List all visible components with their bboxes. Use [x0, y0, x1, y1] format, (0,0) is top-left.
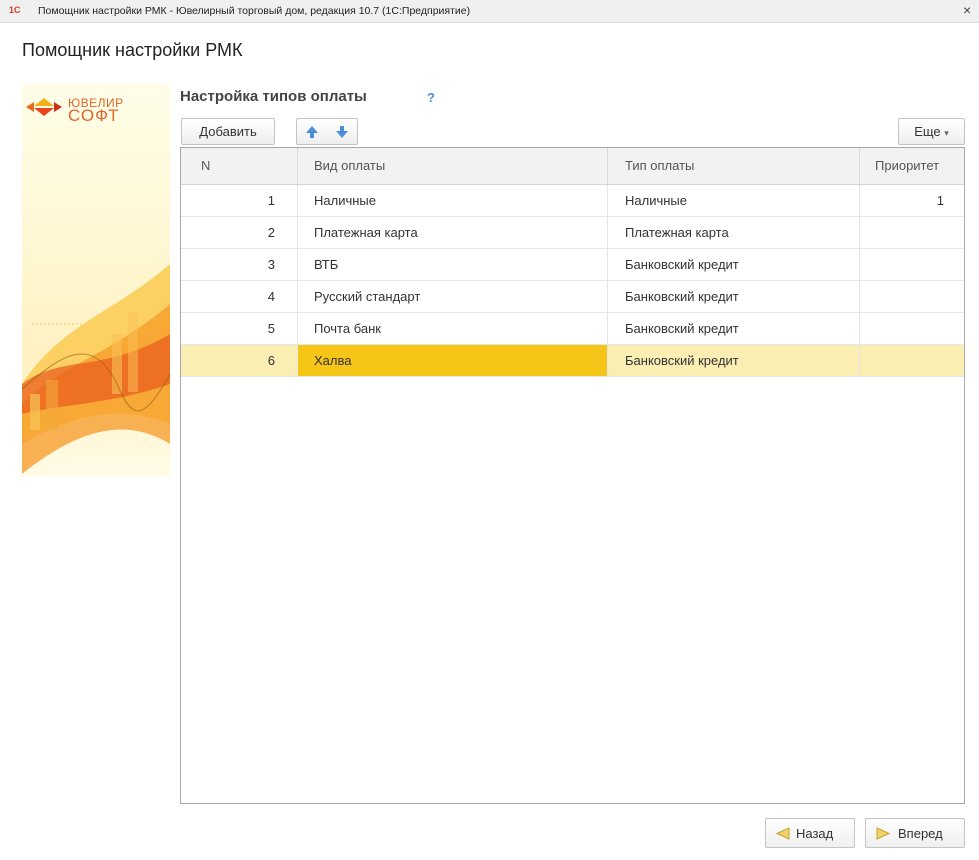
- cell-vid: Почта банк: [298, 313, 608, 344]
- logo-mark-icon: [26, 98, 62, 116]
- cell-tip: Банковский кредит: [608, 345, 860, 376]
- cell-n: 6: [181, 345, 298, 376]
- triangle-left-icon: [775, 827, 790, 843]
- column-header-tip[interactable]: Тип оплаты: [608, 148, 860, 184]
- cell-vid: Наличные: [298, 185, 608, 216]
- next-button[interactable]: Вперед: [865, 818, 965, 848]
- cell-vid: Русский стандарт: [298, 281, 608, 312]
- cell-tip: Наличные: [608, 185, 860, 216]
- table-header: N Вид оплаты Тип оплаты Приоритет: [181, 148, 964, 185]
- arrow-down-icon[interactable]: [335, 125, 349, 139]
- cell-priority: [860, 345, 964, 376]
- payment-types-table[interactable]: N Вид оплаты Тип оплаты Приоритет 1 Нали…: [180, 147, 965, 804]
- cell-priority: [860, 281, 964, 312]
- cell-vid: Платежная карта: [298, 217, 608, 248]
- chevron-down-icon: ▾: [944, 128, 949, 138]
- help-icon[interactable]: ?: [427, 90, 435, 105]
- more-button[interactable]: Еще ▾: [898, 118, 965, 145]
- cell-n: 3: [181, 249, 298, 280]
- table-row[interactable]: 1 Наличные Наличные 1: [181, 185, 964, 217]
- table-row-selected[interactable]: 6 Халва Банковский кредит: [181, 345, 964, 377]
- column-header-priority[interactable]: Приоритет: [860, 148, 964, 184]
- cell-n: 5: [181, 313, 298, 344]
- arrow-up-icon[interactable]: [305, 125, 319, 139]
- cell-vid: ВТБ: [298, 249, 608, 280]
- cell-n: 4: [181, 281, 298, 312]
- window-titlebar: 1С Помощник настройки РМК - Ювелирный то…: [0, 0, 979, 23]
- column-header-vid[interactable]: Вид оплаты: [298, 148, 608, 184]
- app-1c-icon: 1С: [9, 5, 21, 15]
- column-header-n[interactable]: N: [181, 148, 298, 184]
- back-button[interactable]: Назад: [765, 818, 855, 848]
- cell-tip: Банковский кредит: [608, 249, 860, 280]
- more-button-label: Еще: [914, 124, 941, 139]
- move-buttons-group: [296, 118, 358, 145]
- table-row[interactable]: 5 Почта банк Банковский кредит: [181, 313, 964, 345]
- triangle-right-icon: [876, 827, 891, 843]
- branding-artwork: [22, 98, 170, 474]
- table-row[interactable]: 3 ВТБ Банковский кредит: [181, 249, 964, 281]
- table-row[interactable]: 2 Платежная карта Платежная карта: [181, 217, 964, 249]
- cell-n: 2: [181, 217, 298, 248]
- next-button-label: Вперед: [898, 826, 943, 841]
- back-button-label: Назад: [796, 826, 834, 841]
- cell-priority: [860, 217, 964, 248]
- section-title: Настройка типов оплаты: [180, 88, 367, 105]
- cell-priority: 1: [936, 193, 944, 208]
- cell-vid: Халва: [298, 345, 608, 376]
- cell-priority: [860, 313, 964, 344]
- add-button[interactable]: Добавить: [181, 118, 275, 145]
- cell-tip: Банковский кредит: [608, 281, 860, 312]
- page-title: Помощник настройки РМК: [22, 40, 243, 60]
- cell-n: 1: [181, 185, 298, 216]
- cell-tip: Платежная карта: [608, 217, 860, 248]
- table-row[interactable]: 4 Русский стандарт Банковский кредит: [181, 281, 964, 313]
- cell-priority: [860, 249, 964, 280]
- cell-tip: Банковский кредит: [608, 313, 860, 344]
- window-title: Помощник настройки РМК - Ювелирный торго…: [38, 5, 471, 17]
- close-icon[interactable]: ×: [963, 2, 971, 18]
- branding-panel: ЮВЕЛИР СОФТ: [22, 84, 170, 476]
- logo-line2: СОФТ: [68, 106, 120, 125]
